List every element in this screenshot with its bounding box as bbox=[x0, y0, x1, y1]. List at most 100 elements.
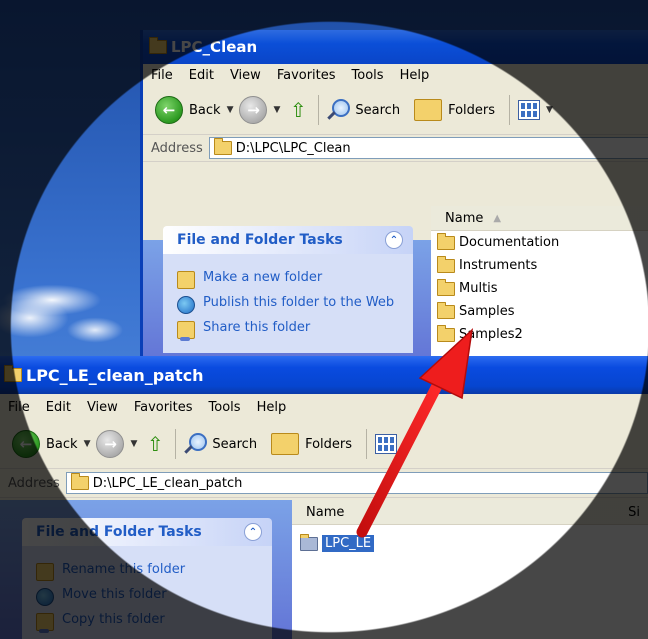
task-move-folder[interactable]: Move this folder bbox=[36, 587, 262, 606]
task-copy-folder[interactable]: Copy this folder bbox=[36, 612, 262, 633]
file-folder-tasks-panel: File and Folder Tasks ⌃ Make a new folde… bbox=[163, 226, 413, 353]
column-headers: Name Si bbox=[292, 500, 648, 525]
folder-icon bbox=[437, 255, 455, 273]
title-bar[interactable]: LPC_Clean bbox=[143, 30, 648, 64]
up-folder-icon[interactable]: ⇧ bbox=[286, 97, 310, 123]
menu-help[interactable]: Help bbox=[257, 400, 287, 415]
file-name: LPC_LE bbox=[322, 535, 375, 552]
forward-arrow-icon: → bbox=[239, 96, 268, 124]
window-body: File and Folder Tasks ⌃ Make a new folde… bbox=[143, 206, 648, 360]
file-list: Name Si LPC_LE bbox=[292, 500, 648, 639]
menu-bar: File Edit View Favorites Tools Help bbox=[0, 394, 648, 420]
menu-view[interactable]: View bbox=[87, 400, 118, 415]
file-name: Samples2 bbox=[459, 327, 523, 342]
folders-button[interactable]: Folders bbox=[271, 433, 352, 455]
menu-tools[interactable]: Tools bbox=[352, 68, 384, 83]
menu-file[interactable]: File bbox=[151, 68, 173, 83]
task-label: Move this folder bbox=[62, 587, 167, 602]
file-item[interactable]: Samples2 bbox=[431, 323, 648, 346]
window-body: File and Folder Tasks ⌃ Rename this fold… bbox=[0, 500, 648, 639]
folders-button[interactable]: Folders bbox=[414, 99, 495, 121]
back-label: Back bbox=[189, 102, 221, 118]
back-arrow-icon: ← bbox=[12, 430, 40, 458]
menu-help[interactable]: Help bbox=[400, 68, 430, 83]
forward-button[interactable]: → bbox=[96, 430, 125, 458]
folder-icon bbox=[70, 473, 89, 490]
collapse-chevron-icon[interactable]: ⌃ bbox=[385, 231, 403, 249]
back-dropdown-icon[interactable]: ▼ bbox=[84, 439, 91, 449]
folder-icon bbox=[149, 37, 167, 54]
address-field[interactable]: D:\LPC_LE_clean_patch bbox=[65, 472, 648, 494]
file-item[interactable]: Instruments bbox=[431, 254, 648, 277]
folder-icon bbox=[4, 365, 22, 382]
task-pane: File and Folder Tasks ⌃ Make a new folde… bbox=[143, 226, 431, 360]
back-button[interactable]: ← Back bbox=[12, 430, 78, 458]
file-name: Instruments bbox=[459, 258, 538, 273]
toolbar: ← Back ▼ → ▼ ⇧ Search Folders ▼ bbox=[143, 86, 648, 135]
toolbar-separator bbox=[366, 429, 368, 459]
forward-dropdown-icon[interactable]: ▼ bbox=[130, 439, 137, 449]
file-name: Documentation bbox=[459, 235, 560, 250]
back-button[interactable]: ← Back bbox=[155, 96, 221, 124]
task-share-folder[interactable]: Share this folder bbox=[177, 320, 403, 341]
task-make-new-folder[interactable]: Make a new folder bbox=[177, 270, 403, 289]
forward-button[interactable]: → bbox=[239, 96, 268, 124]
views-button[interactable]: ▼ bbox=[518, 100, 559, 120]
views-icon bbox=[518, 100, 541, 120]
menu-file[interactable]: File bbox=[8, 400, 30, 415]
toolbar-separator bbox=[318, 95, 320, 125]
panel-title: File and Folder Tasks bbox=[177, 232, 343, 248]
back-arrow-icon: ← bbox=[155, 96, 183, 124]
search-button[interactable]: Search bbox=[184, 433, 257, 455]
menu-bar: File Edit View Favorites Tools Help bbox=[143, 64, 648, 86]
search-button[interactable]: Search bbox=[327, 99, 400, 121]
folder-icon bbox=[300, 533, 318, 551]
folder-icon bbox=[437, 278, 455, 296]
menu-favorites[interactable]: Favorites bbox=[277, 68, 336, 83]
back-dropdown-icon[interactable]: ▼ bbox=[227, 105, 234, 115]
address-bar: Address D:\LPC_LE_clean_patch bbox=[0, 469, 648, 498]
file-folder-tasks-panel: File and Folder Tasks ⌃ Rename this fold… bbox=[22, 518, 272, 639]
folders-icon bbox=[271, 433, 300, 455]
annotated-screenshot: LPC_Clean File Edit View Favorites Tools… bbox=[0, 0, 648, 639]
task-label: Publish this folder to the Web bbox=[203, 295, 395, 310]
forward-arrow-icon: → bbox=[96, 430, 125, 458]
folders-icon bbox=[414, 99, 443, 121]
file-name: Samples bbox=[459, 304, 515, 319]
file-item[interactable]: Multis bbox=[431, 277, 648, 300]
up-folder-icon[interactable]: ⇧ bbox=[143, 431, 167, 457]
task-publish-to-web[interactable]: Publish this folder to the Web bbox=[177, 295, 403, 314]
search-icon bbox=[184, 433, 208, 455]
menu-favorites[interactable]: Favorites bbox=[134, 400, 193, 415]
menu-view[interactable]: View bbox=[230, 68, 261, 83]
share-folder-icon bbox=[177, 321, 195, 341]
panel-header[interactable]: File and Folder Tasks ⌃ bbox=[163, 226, 413, 254]
folder-icon bbox=[213, 138, 232, 155]
folder-icon bbox=[437, 324, 455, 342]
address-value: D:\LPC_LE_clean_patch bbox=[92, 475, 243, 491]
panel-body: Rename this folder Move this folder Copy… bbox=[22, 546, 272, 639]
views-dropdown-icon: ▼ bbox=[403, 439, 410, 449]
menu-tools[interactable]: Tools bbox=[209, 400, 241, 415]
window-title: LPC_Clean bbox=[171, 38, 258, 56]
menu-edit[interactable]: Edit bbox=[46, 400, 71, 415]
task-label: Share this folder bbox=[203, 320, 311, 335]
panel-title: File and Folder Tasks bbox=[36, 524, 202, 540]
views-button[interactable]: ▼ bbox=[375, 434, 416, 454]
forward-dropdown-icon[interactable]: ▼ bbox=[273, 105, 280, 115]
views-dropdown-icon: ▼ bbox=[546, 105, 553, 115]
task-pane: File and Folder Tasks ⌃ Rename this fold… bbox=[0, 500, 292, 639]
file-item-selected[interactable]: LPC_LE bbox=[300, 533, 375, 552]
column-header-name[interactable]: Name bbox=[306, 505, 344, 520]
panel-header[interactable]: File and Folder Tasks ⌃ bbox=[22, 518, 272, 546]
column-header-name[interactable]: Name ▲ bbox=[431, 206, 648, 231]
file-item[interactable]: Samples bbox=[431, 300, 648, 323]
address-label: Address bbox=[151, 140, 203, 156]
title-bar[interactable]: LPC_LE_clean_patch bbox=[0, 356, 648, 394]
task-rename-folder[interactable]: Rename this folder bbox=[36, 562, 262, 581]
menu-edit[interactable]: Edit bbox=[189, 68, 214, 83]
file-item[interactable]: Documentation bbox=[431, 231, 648, 254]
column-header-size[interactable]: Si bbox=[628, 505, 640, 520]
collapse-chevron-icon[interactable]: ⌃ bbox=[244, 523, 262, 541]
address-field[interactable]: D:\LPC\LPC_Clean bbox=[208, 137, 648, 159]
